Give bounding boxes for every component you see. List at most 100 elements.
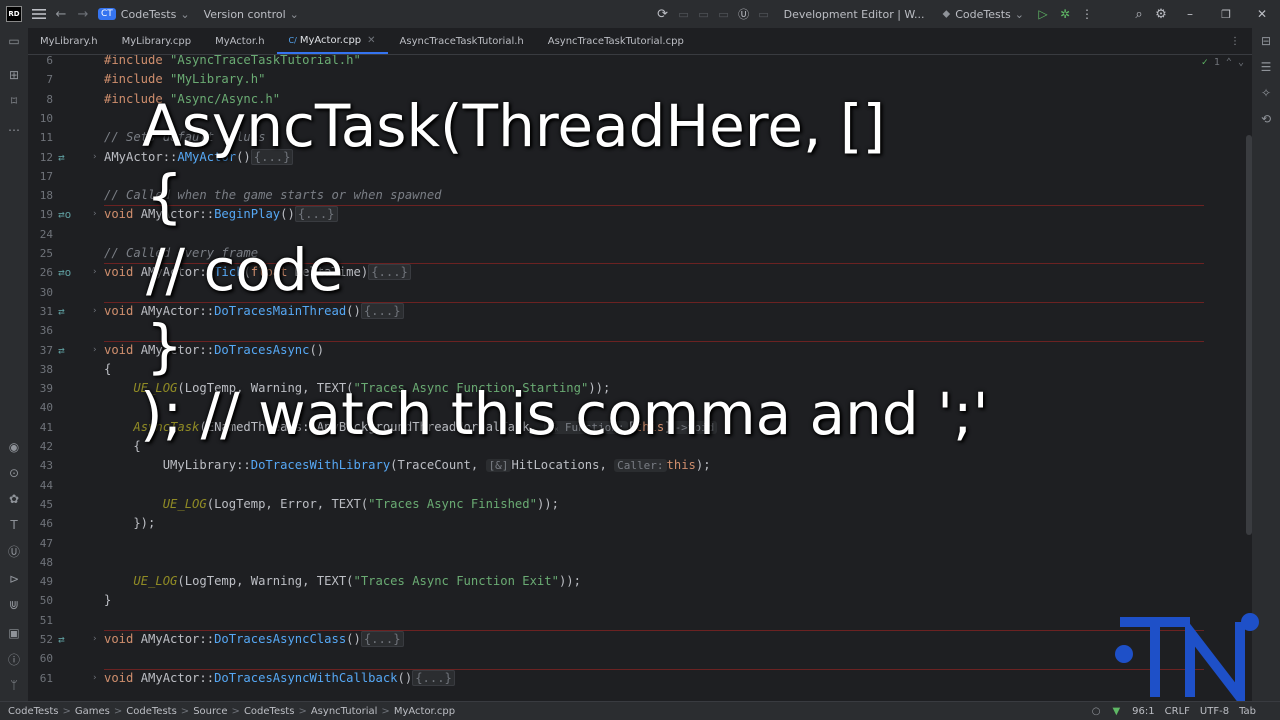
project-selector[interactable]: CT CodeTests ⌄: [98, 8, 190, 21]
code-line[interactable]: 12 ⇄ › AMyActor::AMyActor() {...}: [28, 148, 1252, 167]
code-line[interactable]: 17: [28, 167, 1252, 186]
code-line[interactable]: 6 #include "AsyncTraceTaskTutorial.h": [28, 55, 1252, 70]
breadcrumb-item[interactable]: CodeTests: [126, 706, 177, 717]
tab-myactor-h[interactable]: MyActor.h: [203, 28, 276, 54]
code-line[interactable]: 25 // Called every frame: [28, 244, 1252, 263]
database-icon[interactable]: ☰: [1259, 60, 1273, 74]
circle-status-icon[interactable]: ○: [1092, 706, 1101, 717]
code-line[interactable]: 26 ⇄o › void AMyActor::Tick(float DeltaTime…: [28, 263, 1252, 282]
problems-icon[interactable]: ⓘ: [7, 652, 21, 667]
tab-overflow-icon[interactable]: ⋮: [1218, 28, 1252, 54]
unity-icon[interactable]: ⋓: [7, 598, 21, 612]
code-line[interactable]: 41 AsyncTask(ENamedThreads::AnyBackgroun…: [28, 418, 1252, 437]
tab-mylibrary-cpp[interactable]: MyLibrary.cpp: [110, 28, 203, 54]
code-line[interactable]: 19 ⇄o › void AMyActor::BeginPlay() {...}: [28, 205, 1252, 224]
refresh-icon[interactable]: ⟳: [652, 7, 674, 22]
code-line[interactable]: 11 // Sets default values: [28, 128, 1252, 147]
code-line[interactable]: 45 UE_LOG(LogTemp, Error, TEXT("Traces A…: [28, 495, 1252, 514]
code-line[interactable]: 47: [28, 534, 1252, 553]
folder-icon[interactable]: ▭: [7, 34, 21, 48]
fold-toggle-icon[interactable]: ›: [92, 630, 97, 649]
code-line[interactable]: 18 // Called when the game starts or when…: [28, 186, 1252, 205]
line-ending[interactable]: CRLF: [1165, 706, 1190, 717]
fold-toggle-icon[interactable]: ›: [92, 669, 97, 688]
tests-icon[interactable]: T: [7, 518, 21, 532]
code-line[interactable]: 46 });: [28, 514, 1252, 533]
app-icon[interactable]: RD: [0, 6, 28, 22]
gutter-navigate-icon[interactable]: ⇄: [58, 630, 74, 649]
build-icon[interactable]: ▭: [674, 8, 694, 21]
debug-tool-icon[interactable]: ✿: [7, 492, 21, 506]
close-tab-icon[interactable]: ✕: [367, 35, 375, 46]
history-icon[interactable]: ⟲: [1259, 112, 1273, 126]
search-icon[interactable]: ⌕: [1128, 7, 1150, 22]
cursor-position[interactable]: 96:1: [1132, 706, 1154, 717]
code-line[interactable]: 31 ⇄ › void AMyActor::DoTracesMainThread(){…: [28, 302, 1252, 321]
code-line[interactable]: 36: [28, 321, 1252, 340]
code-line[interactable]: 38 {: [28, 360, 1252, 379]
code-line[interactable]: 52 ⇄ › void AMyActor::DoTracesAsyncClass(){…: [28, 630, 1252, 649]
editor-scrollbar[interactable]: [1246, 135, 1252, 535]
code-line[interactable]: 51: [28, 611, 1252, 630]
run-config-selector[interactable]: Development Editor | W...: [784, 8, 925, 21]
ai-assistant-icon[interactable]: ✧: [1259, 86, 1273, 100]
unreal-tool-icon[interactable]: Ⓤ: [7, 544, 21, 559]
code-editor[interactable]: 6 #include "AsyncTraceTaskTutorial.h" 7 #in…: [28, 55, 1252, 702]
inspection-widget[interactable]: ✓ 1 ⌃ ⌄: [1202, 57, 1244, 68]
device-icon[interactable]: ▭: [754, 8, 774, 21]
code-line[interactable]: 40: [28, 398, 1252, 417]
back-arrow-icon[interactable]: ←: [50, 7, 72, 22]
indent[interactable]: Tab: [1239, 706, 1256, 717]
run-tool-icon[interactable]: ⊳: [7, 572, 21, 586]
breadcrumb-item[interactable]: MyActor.cpp: [394, 706, 455, 717]
code-line[interactable]: 37 ⇄ › void AMyActor::DoTracesAsync(): [28, 341, 1252, 360]
code-line[interactable]: 30: [28, 283, 1252, 302]
clean-icon[interactable]: ▭: [714, 8, 734, 21]
breadcrumb-item[interactable]: Games: [75, 706, 110, 717]
breadcrumb-item[interactable]: CodeTests: [244, 706, 295, 717]
code-line[interactable]: 61 › void AMyActor::DoTracesAsyncWithCallb…: [28, 669, 1252, 688]
code-line[interactable]: 49 UE_LOG(LogTemp, Warning, TEXT("Traces…: [28, 572, 1252, 591]
tab-myactor-cpp[interactable]: C/ MyActor.cpp ✕: [276, 28, 388, 54]
git-icon[interactable]: ᛘ: [7, 678, 21, 692]
version-control-menu[interactable]: Version control ⌄: [204, 8, 299, 21]
unreal-icon[interactable]: Ⓤ: [734, 6, 754, 22]
plugins-icon[interactable]: ◉: [7, 440, 21, 454]
gutter-navigate-icon[interactable]: ⇄: [58, 148, 74, 167]
breadcrumb-item[interactable]: AsyncTutorial: [311, 706, 378, 717]
fold-toggle-icon[interactable]: ›: [92, 148, 97, 167]
minimize-icon[interactable]: –: [1172, 7, 1208, 21]
code-line[interactable]: 24: [28, 225, 1252, 244]
notifications-icon[interactable]: ⊟: [1259, 34, 1273, 48]
target-selector[interactable]: ⬥ CodeTests ⌄: [943, 7, 1024, 21]
gutter-navigate-icon[interactable]: ⇄o: [58, 205, 74, 224]
code-line[interactable]: 7 #include "MyLibrary.h": [28, 70, 1252, 89]
breadcrumb-item[interactable]: Source: [193, 706, 227, 717]
tab-mylibrary-h[interactable]: MyLibrary.h: [28, 28, 110, 54]
code-line[interactable]: 10: [28, 109, 1252, 128]
forward-arrow-icon[interactable]: →: [72, 7, 94, 22]
run-icon[interactable]: ▷: [1032, 7, 1054, 21]
inspection-status-icon[interactable]: ▼: [1112, 706, 1120, 717]
debug-icon[interactable]: ✲: [1054, 7, 1076, 21]
close-icon[interactable]: ✕: [1244, 7, 1280, 21]
code-line[interactable]: 60: [28, 649, 1252, 668]
structure-icon[interactable]: ⊞: [7, 68, 21, 82]
fold-toggle-icon[interactable]: ›: [92, 341, 97, 360]
encoding[interactable]: UTF-8: [1200, 706, 1229, 717]
code-line[interactable]: 50}: [28, 591, 1252, 610]
more-tools-icon[interactable]: …: [7, 120, 21, 134]
gutter-navigate-icon[interactable]: ⇄: [58, 302, 74, 321]
code-line[interactable]: 39 UE_LOG(LogTemp, Warning, TEXT("Traces…: [28, 379, 1252, 398]
code-line[interactable]: 8 #include "Async/Async.h": [28, 90, 1252, 109]
code-line[interactable]: 48: [28, 553, 1252, 572]
maximize-icon[interactable]: ❐: [1208, 8, 1244, 21]
services-icon[interactable]: ⊙: [7, 466, 21, 480]
bookmark-icon[interactable]: ⌑: [7, 94, 21, 108]
fold-toggle-icon[interactable]: ›: [92, 302, 97, 321]
fold-toggle-icon[interactable]: ›: [92, 205, 97, 224]
hamburger-menu-icon[interactable]: [28, 8, 50, 20]
gear-icon[interactable]: ⚙: [1150, 7, 1172, 22]
tab-asynctracetasktutorial-cpp[interactable]: AsyncTraceTaskTutorial.cpp: [536, 28, 696, 54]
breadcrumb-item[interactable]: CodeTests: [8, 706, 59, 717]
